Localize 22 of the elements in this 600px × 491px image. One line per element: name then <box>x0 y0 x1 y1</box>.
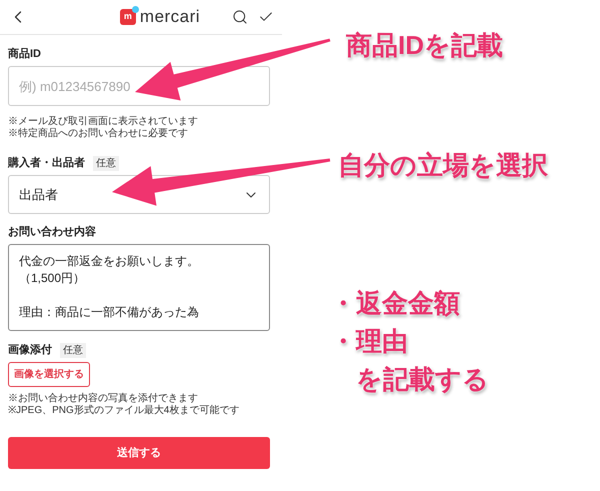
field-label: 商品ID <box>8 47 41 62</box>
annotation-text: ・理由 <box>330 325 409 358</box>
field-label: お問い合わせ内容 <box>8 225 96 240</box>
select-image-button[interactable]: 画像を選択する <box>8 362 90 387</box>
field-note: ※JPEG、PNG形式のファイル最大4枚まで可能です <box>8 405 240 417</box>
annotation-text: 商品IDを記載 <box>346 29 504 62</box>
search-icon[interactable] <box>232 9 248 25</box>
field-label: 購入者・出品者 <box>8 156 85 171</box>
submit-button[interactable]: 送信する <box>8 437 270 469</box>
field-label: 画像添付 <box>8 343 52 358</box>
logo-mark: m <box>120 9 136 25</box>
field-note: ※お問い合わせ内容の写真を添付できます <box>8 393 199 404</box>
logo-text: mercari <box>140 6 200 28</box>
optional-badge: 任意 <box>60 343 86 358</box>
annotation-text: を記載する <box>355 363 490 396</box>
annotation-text: ・返金金額 <box>330 287 461 320</box>
product-id-field[interactable]: 例) m01234567890 <box>8 66 270 106</box>
annotation-text: 自分の立場を選択 <box>338 149 549 182</box>
field-note: ※メール及び取引画面に表示されています <box>8 116 199 128</box>
message-field[interactable]: 代金の一部返金をお願いします。 （1,500円） 理由：商品に一部不備があった為 <box>8 244 270 331</box>
optional-badge: 任意 <box>93 156 119 171</box>
field-note: ※特定商品へのお問い合わせに必要です <box>8 128 189 140</box>
